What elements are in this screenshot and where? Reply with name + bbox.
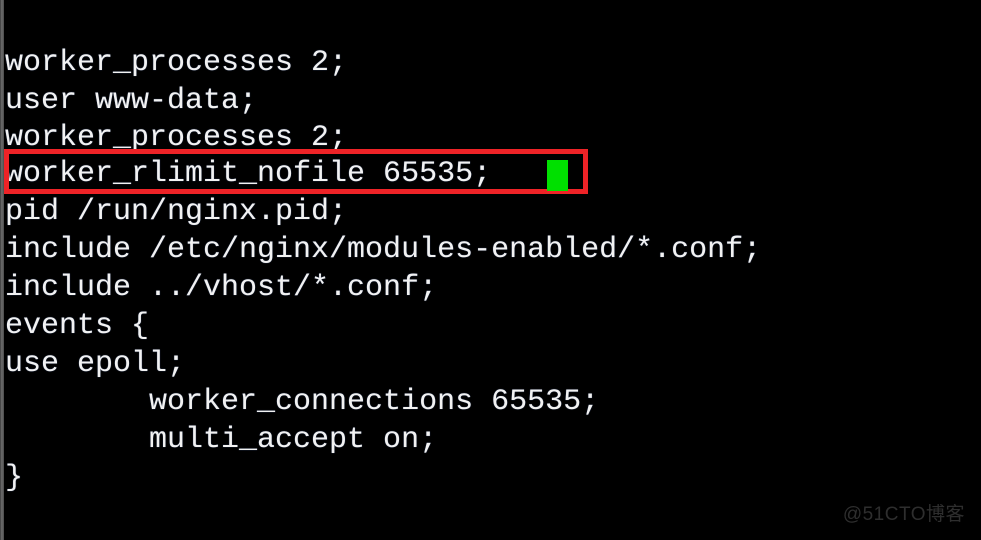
code-line: include /etc/nginx/modules-enabled/*.con… — [5, 233, 762, 267]
code-line: multi_accept on; — [5, 423, 438, 457]
terminal-screen: worker_processes 2; user www-data; worke… — [0, 0, 981, 540]
code-line: worker_processes 2; — [5, 46, 348, 80]
code-line: use epoll; — [5, 347, 186, 381]
text-cursor — [547, 160, 568, 191]
code-line: user www-data; — [5, 84, 258, 118]
code-line: worker_processes 2; — [5, 121, 348, 155]
watermark-label: @51CTO博客 — [842, 504, 965, 525]
code-line: include ../vhost/*.conf; — [5, 271, 438, 305]
code-line: } — [5, 461, 24, 495]
left-edge-scrollbar[interactable] — [0, 0, 4, 540]
code-line: events { — [5, 309, 150, 343]
code-line: pid /run/nginx.pid; — [5, 195, 348, 229]
code-line: worker_connections 65535; — [5, 385, 600, 419]
code-area[interactable]: worker_processes 2; user www-data; worke… — [0, 0, 981, 540]
code-line-highlighted: worker_rlimit_nofile 65535; — [5, 157, 492, 191]
